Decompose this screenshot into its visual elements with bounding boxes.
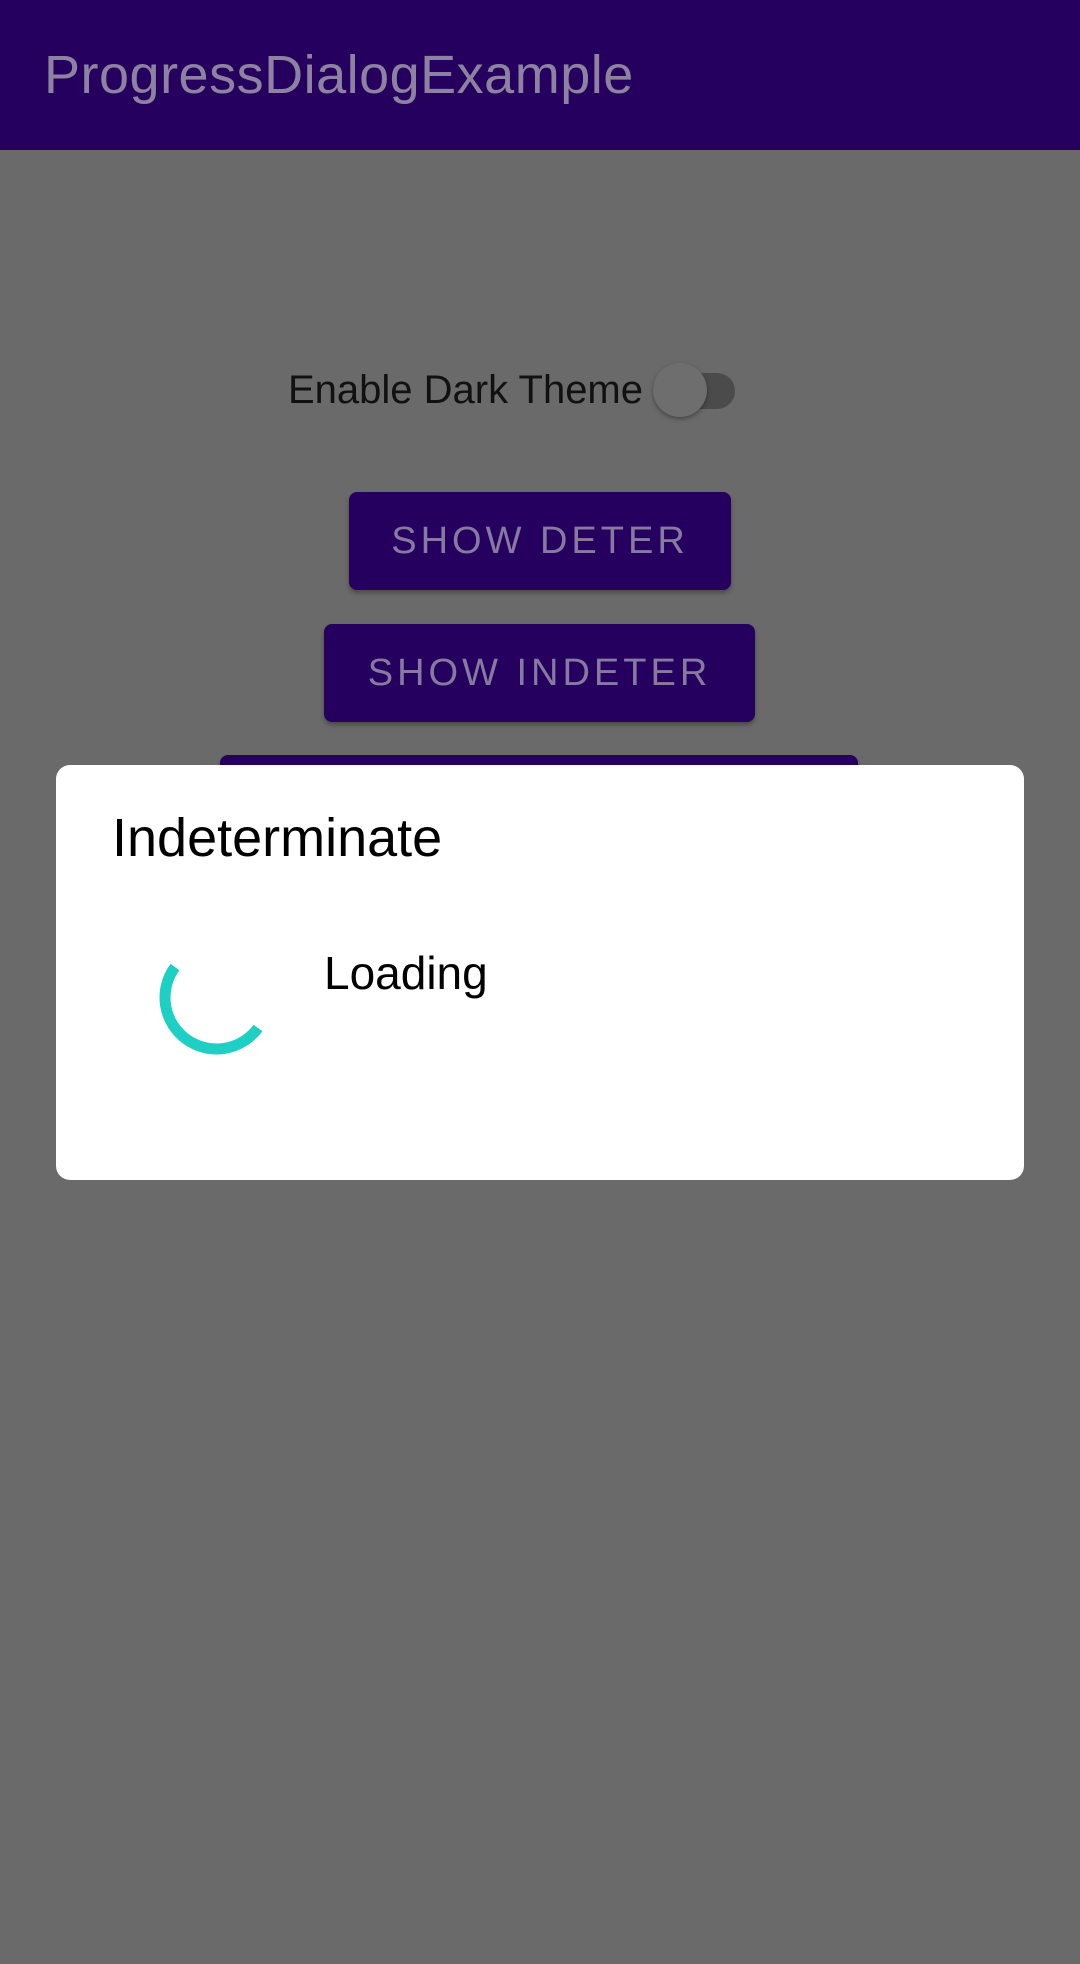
dialog-title: Indeterminate bbox=[112, 808, 443, 868]
dark-theme-row: Enable Dark Theme bbox=[288, 355, 743, 425]
progress-dialog: Indeterminate Loading bbox=[56, 765, 1024, 1180]
show-deter-button[interactable]: SHOW DETER bbox=[349, 492, 731, 590]
dark-theme-switch[interactable] bbox=[653, 355, 743, 425]
dark-theme-label: Enable Dark Theme bbox=[288, 368, 643, 412]
switch-thumb bbox=[653, 363, 707, 417]
circular-progress-icon bbox=[138, 925, 278, 1065]
app-title: ProgressDialogExample bbox=[44, 45, 634, 105]
app-bar: ProgressDialogExample bbox=[0, 0, 1080, 150]
show-indeter-button[interactable]: SHOW INDETER bbox=[324, 624, 755, 722]
loading-message: Loading bbox=[324, 947, 488, 999]
